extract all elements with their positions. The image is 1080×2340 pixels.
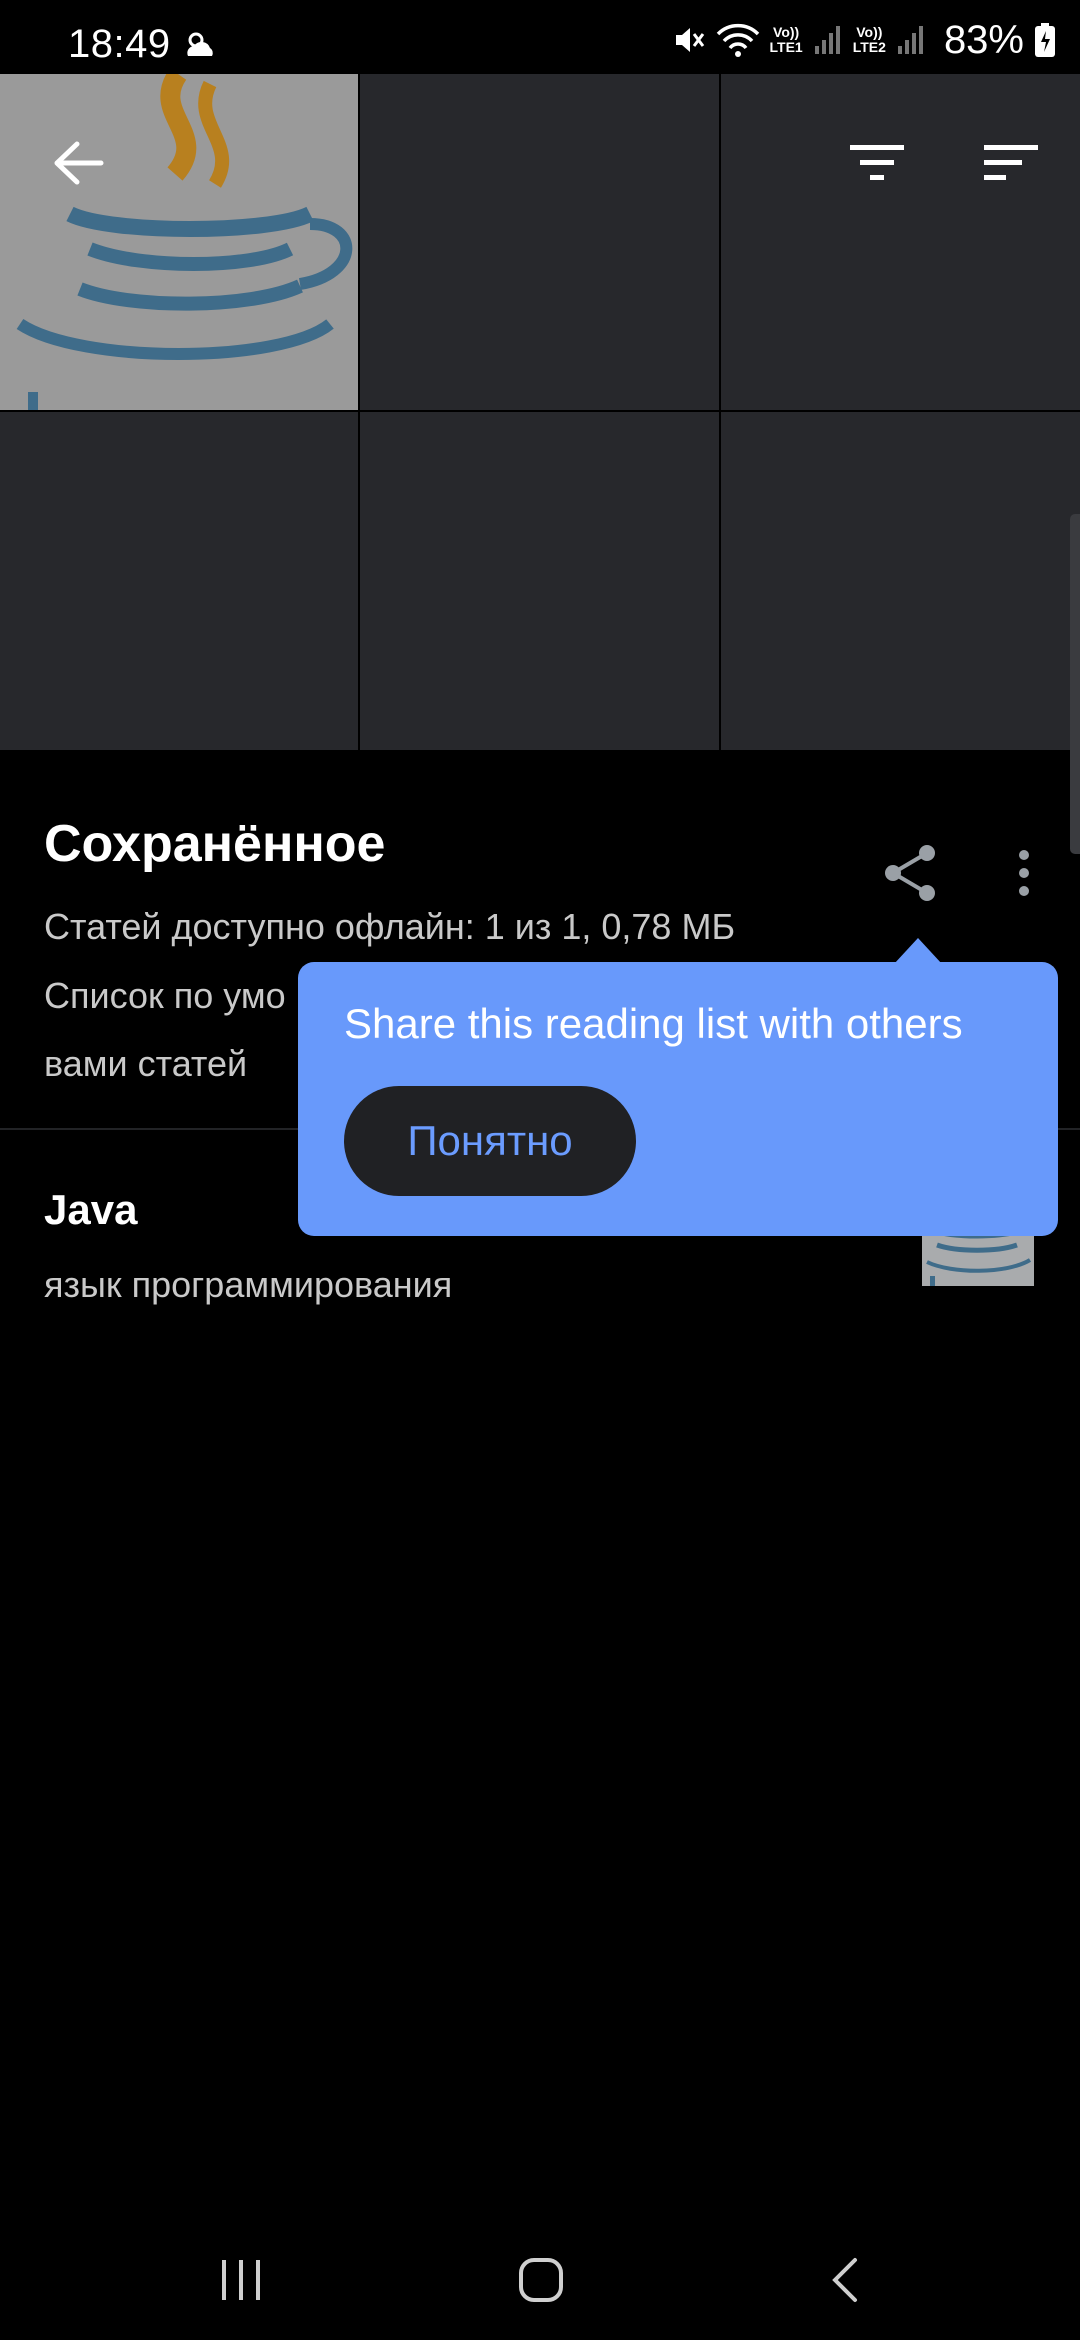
share-tooltip: Share this reading list with others Поня… — [298, 962, 1058, 1236]
sort-icon — [984, 145, 1038, 180]
signal2-icon — [897, 26, 923, 54]
back-chevron-icon — [832, 2258, 857, 2302]
share-button[interactable] — [876, 838, 946, 908]
grid-tile — [360, 74, 719, 410]
status-bar: 18:49 Vo)) LTE1 Vo)) LTE2 83% — [0, 0, 1080, 74]
battery-icon — [1035, 23, 1055, 57]
filter-icon — [850, 145, 904, 180]
back-button[interactable] — [34, 118, 124, 208]
article-title: Java — [44, 1186, 138, 1233]
network2-top: Vo)) — [856, 24, 883, 40]
battery-percent: 83% — [943, 17, 1024, 62]
network2-bottom: LTE2 — [852, 39, 886, 55]
share-icon — [885, 845, 935, 901]
network1-label: Vo)) LTE1 — [770, 25, 803, 55]
signal1-icon — [814, 26, 840, 54]
reading-list-title: Сохранённое — [44, 815, 386, 873]
back-arrow-icon — [54, 141, 104, 185]
back-nav-button[interactable] — [800, 2240, 890, 2320]
mute-icon — [675, 28, 704, 52]
wifi-icon — [716, 23, 759, 57]
got-it-button[interactable]: Понятно — [344, 1086, 636, 1196]
sort-button[interactable] — [966, 118, 1056, 208]
home-icon — [519, 2258, 563, 2302]
filter-button[interactable] — [832, 118, 922, 208]
tooltip-text: Share this reading list with others — [344, 1000, 963, 1047]
grid-tile — [0, 412, 358, 750]
more-options-button[interactable] — [1000, 838, 1048, 908]
article-subtitle: язык программирования — [44, 1264, 453, 1305]
tooltip-arrow — [894, 938, 942, 964]
network1-top: Vo)) — [773, 24, 800, 40]
grid-tile — [721, 412, 1080, 750]
navigation-bar — [0, 2220, 1080, 2340]
recent-apps-button[interactable] — [196, 2240, 286, 2320]
home-button[interactable] — [496, 2240, 586, 2320]
status-icons: Vo)) LTE1 Vo)) LTE2 83% — [672, 18, 1056, 62]
more-vertical-icon — [1019, 850, 1029, 896]
network1-bottom: LTE1 — [769, 39, 803, 55]
offline-info: Статей доступно офлайн: 1 из 1, 0,78 МБ — [44, 906, 736, 947]
header-image-grid — [0, 74, 1080, 854]
grid-tile — [360, 412, 719, 750]
recent-apps-icon — [222, 2260, 260, 2300]
network2-label: Vo)) LTE2 — [853, 25, 886, 55]
status-time: 18:49 — [68, 22, 171, 66]
scrollbar[interactable] — [1070, 514, 1080, 854]
weather-icon — [187, 32, 213, 56]
